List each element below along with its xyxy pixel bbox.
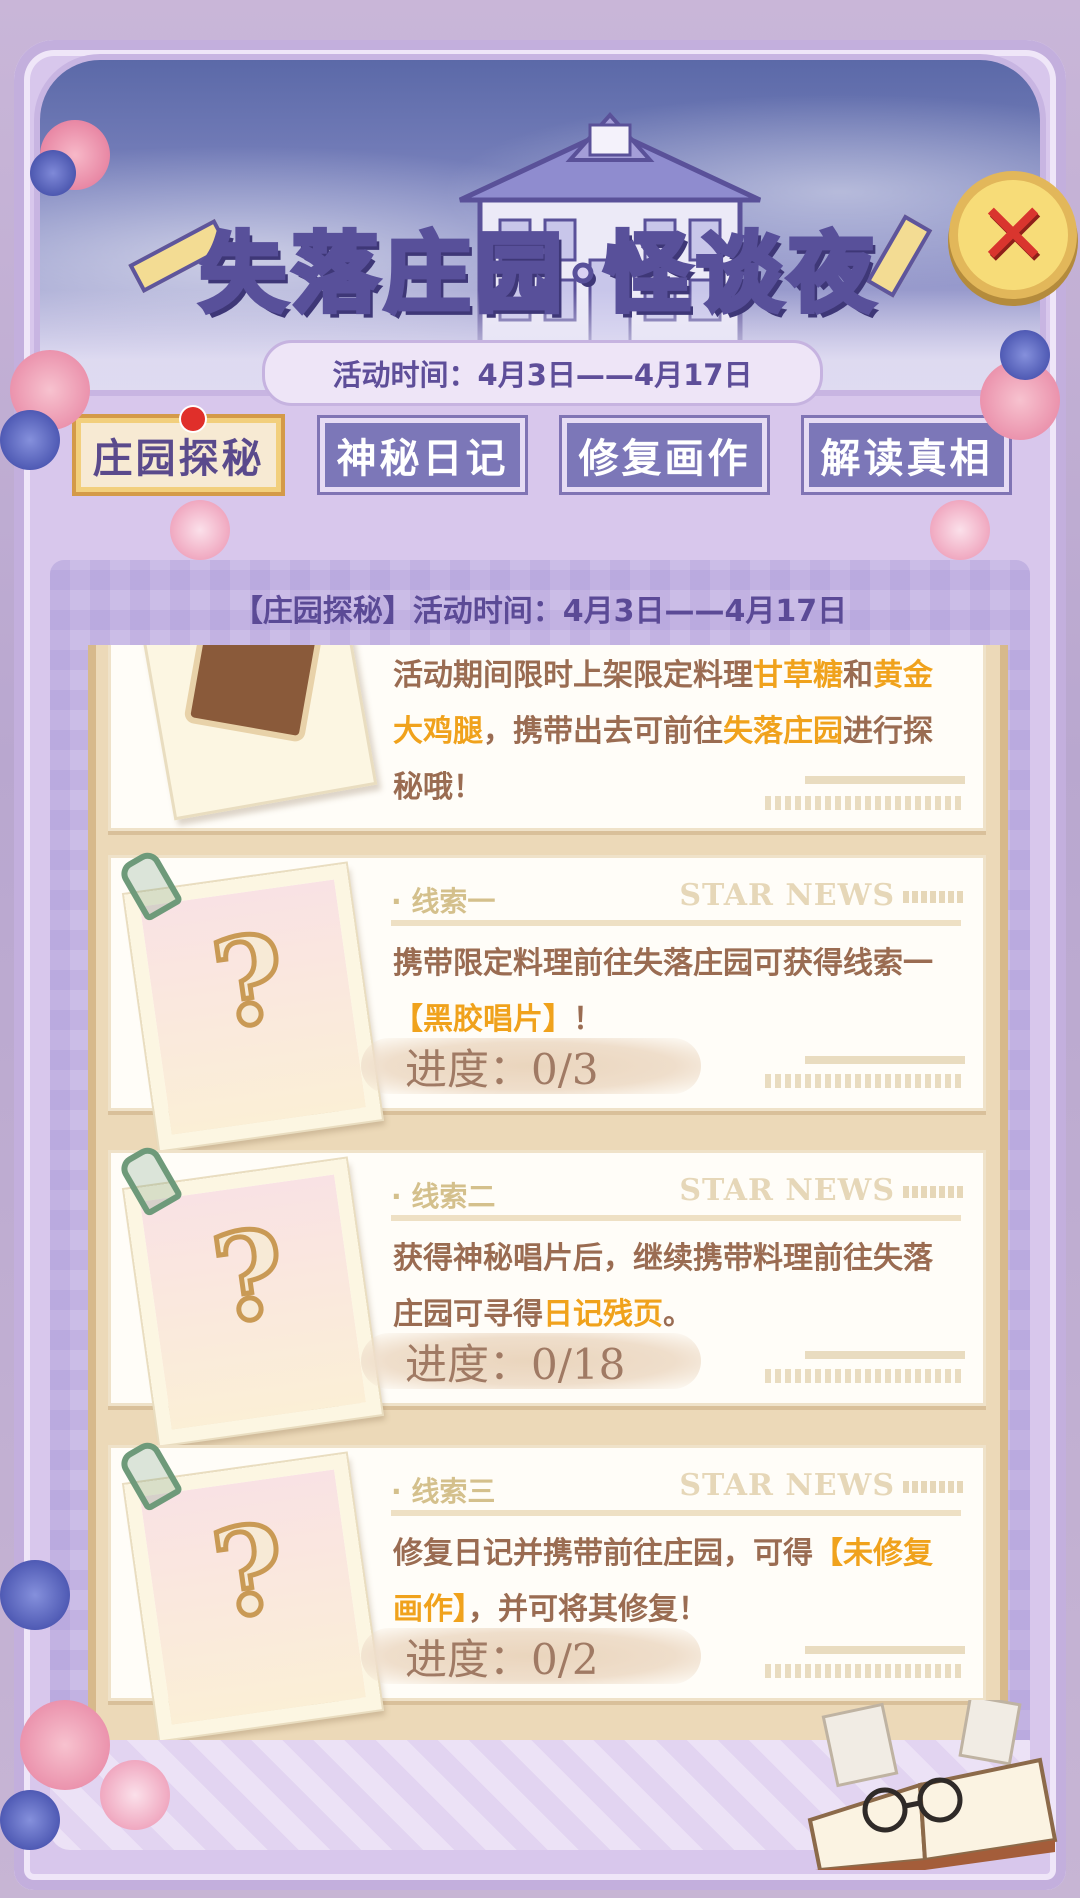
clue-description: 携带限定料理前往失落庄园可获得线索一【黑胶唱片】！ bbox=[393, 936, 953, 1048]
star-news-badge: STAR NEWS bbox=[679, 1468, 963, 1503]
clue-desc-highlight: 【黑胶唱片】 bbox=[393, 1002, 573, 1037]
tab-label: 庄园探秘 bbox=[92, 436, 265, 482]
clue-title: · 线索三 bbox=[391, 1475, 496, 1508]
clue-desc-highlight: 日记残页 bbox=[543, 1297, 663, 1332]
event-title-text: 失落庄园·怪谈夜 bbox=[198, 220, 880, 326]
question-mark-icon: ? bbox=[202, 1200, 296, 1354]
clue-list[interactable]: 活动期间限时上架限定料理甘草糖和黄金大鸡腿，携带出去可前往失落庄园进行探秘哦！ … bbox=[88, 645, 1008, 1740]
flower-decoration bbox=[0, 1560, 70, 1630]
notification-dot bbox=[181, 407, 205, 431]
tab-mystery-diary[interactable]: 神秘日记 bbox=[320, 418, 525, 492]
tab-decode-truth[interactable]: 解读真相 bbox=[804, 418, 1009, 492]
intro-text-3: ，携带出去可前往 bbox=[483, 714, 723, 749]
clue-desc-text: ！ bbox=[573, 1002, 603, 1037]
tab-restore-painting[interactable]: 修复画作 bbox=[562, 418, 767, 492]
chocolate-box-icon bbox=[183, 645, 325, 743]
card-deco bbox=[765, 1369, 965, 1383]
clue-progress: 进度：0/18 bbox=[361, 1333, 701, 1389]
clue-card-1: ? · 线索一 STAR NEWS 携带限定料理前往失落庄园可获得线索一【黑胶唱… bbox=[108, 847, 986, 1151]
question-mark-icon: ? bbox=[202, 1495, 296, 1649]
card-deco bbox=[765, 1664, 965, 1678]
star-news-badge: STAR NEWS bbox=[679, 1173, 963, 1208]
flower-decoration bbox=[100, 1760, 170, 1830]
card-deco bbox=[765, 1074, 965, 1088]
event-date-text: 活动时间：4月3日——4月17日 bbox=[332, 358, 753, 392]
clue-progress-text: 进度：0/18 bbox=[405, 1339, 626, 1389]
star-news-text: STAR NEWS bbox=[679, 878, 895, 913]
tab-label: 修复画作 bbox=[578, 436, 751, 482]
star-news-badge: STAR NEWS bbox=[679, 878, 963, 913]
close-icon: ✕ bbox=[976, 185, 1050, 285]
flower-decoration bbox=[0, 410, 60, 470]
card-deco bbox=[391, 920, 961, 926]
clue-progress: 进度：0/2 bbox=[361, 1628, 701, 1684]
intro-highlight-licorice: 甘草糖 bbox=[753, 658, 843, 693]
close-button[interactable]: ✕ bbox=[958, 180, 1068, 290]
card-deco bbox=[765, 796, 965, 810]
flower-decoration bbox=[170, 500, 230, 560]
food-item-image bbox=[138, 645, 378, 821]
flower-decoration bbox=[20, 1700, 110, 1790]
open-book-illustration bbox=[807, 1700, 1058, 1870]
intro-text: 活动期间限时上架限定料理甘草糖和黄金大鸡腿，携带出去可前往失落庄园进行探秘哦！ bbox=[393, 648, 953, 816]
star-news-text: STAR NEWS bbox=[679, 1468, 895, 1503]
card-deco bbox=[391, 1215, 961, 1221]
clue-description: 获得神秘唱片后，继续携带料理前往失落庄园可寻得日记残页。 bbox=[393, 1231, 953, 1343]
clue-progress-text: 进度：0/2 bbox=[405, 1634, 599, 1684]
question-mark-icon: ? bbox=[202, 905, 296, 1059]
flower-decoration bbox=[30, 150, 76, 196]
clue-card-3: ? · 线索三 STAR NEWS 修复日记并携带前往庄园，可得【未修复画作】，… bbox=[108, 1437, 986, 1740]
card-deco bbox=[805, 1056, 965, 1064]
clue-description: 修复日记并携带前往庄园，可得【未修复画作】，并可将其修复！ bbox=[393, 1526, 953, 1638]
tab-label: 解读真相 bbox=[820, 436, 993, 482]
card-deco bbox=[805, 1351, 965, 1359]
tab-bar: 庄园探秘 神秘日记 修复画作 解读真相 bbox=[70, 407, 1010, 494]
flower-decoration bbox=[1000, 330, 1050, 380]
clue-desc-text: 修复日记并携带前往庄园，可得 bbox=[393, 1536, 813, 1571]
tab-manor-explore[interactable]: 庄园探秘 bbox=[76, 407, 281, 492]
clue-title: · 线索二 bbox=[391, 1180, 496, 1213]
card-deco bbox=[805, 1646, 965, 1654]
flower-decoration bbox=[930, 500, 990, 560]
panel-title-text: 【庄园探秘】活动时间：4月3日——4月17日 bbox=[232, 594, 848, 629]
clue-title: · 线索一 bbox=[391, 885, 496, 918]
clue-desc-text: ，并可将其修复！ bbox=[468, 1592, 708, 1627]
flower-decoration bbox=[0, 1790, 60, 1850]
clue-desc-text: 携带限定料理前往失落庄园可获得线索一 bbox=[393, 946, 933, 981]
event-title: 失落庄园·怪谈夜 bbox=[120, 210, 960, 326]
clue-progress-text: 进度：0/3 bbox=[405, 1044, 599, 1094]
event-date: 活动时间：4月3日——4月17日 bbox=[262, 340, 823, 406]
intro-text-1: 活动期间限时上架限定料理 bbox=[393, 658, 753, 693]
star-news-text: STAR NEWS bbox=[679, 1173, 895, 1208]
clue-card-2: ? · 线索二 STAR NEWS 获得神秘唱片后，继续携带料理前往失落庄园可寻… bbox=[108, 1142, 986, 1446]
card-deco bbox=[805, 776, 965, 784]
intro-highlight-manor: 失落庄园 bbox=[723, 714, 843, 749]
card-deco bbox=[391, 1510, 961, 1516]
tab-label: 神秘日记 bbox=[336, 436, 509, 482]
clue-desc-text: 。 bbox=[663, 1297, 693, 1332]
intro-text-2: 和 bbox=[843, 658, 873, 693]
intro-card: 活动期间限时上架限定料理甘草糖和黄金大鸡腿，携带出去可前往失落庄园进行探秘哦！ bbox=[108, 645, 986, 831]
panel-title: 【庄园探秘】活动时间：4月3日——4月17日 bbox=[50, 575, 1030, 641]
clue-progress: 进度：0/3 bbox=[361, 1038, 701, 1094]
